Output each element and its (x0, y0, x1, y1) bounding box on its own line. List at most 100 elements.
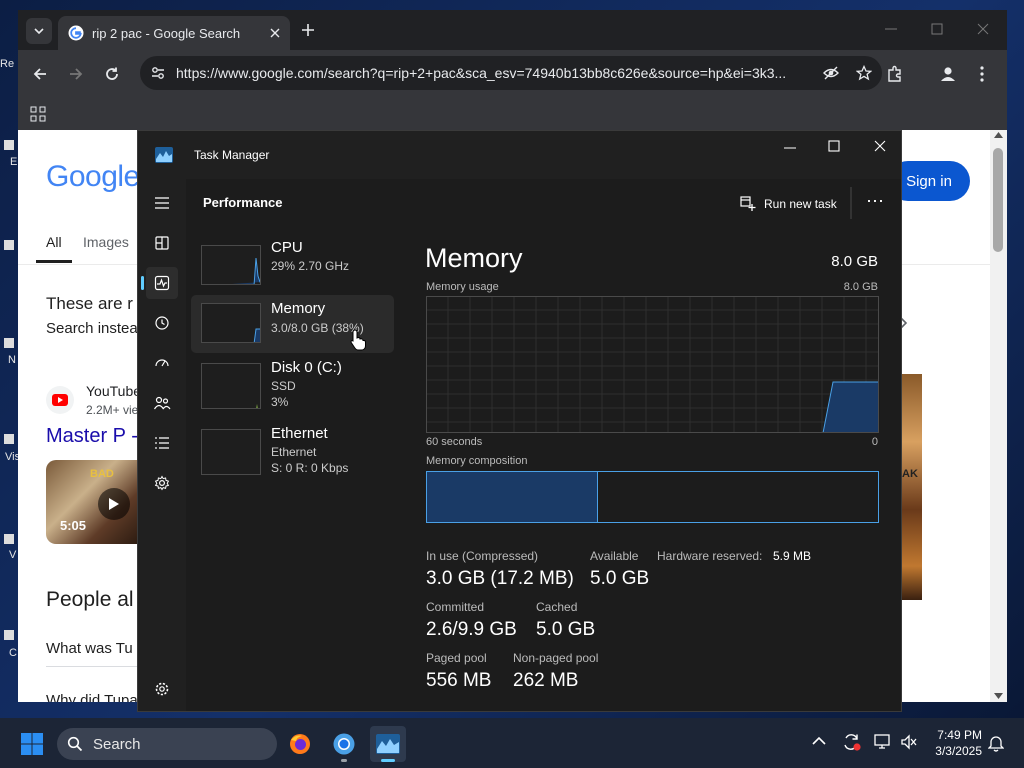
stat-label: In use (Compressed) (426, 549, 539, 563)
more-vertical-icon (980, 66, 984, 82)
desktop-icon[interactable] (4, 534, 14, 544)
forward-button[interactable] (68, 66, 84, 82)
tray-sync[interactable] (842, 733, 862, 751)
run-new-task-label: Run new task (764, 197, 837, 211)
show-hidden-icons-button[interactable] (812, 736, 826, 746)
tab-search-button[interactable] (26, 18, 52, 44)
task-manager-window: Task Manager Performance Run new task ⋯ … (137, 130, 902, 712)
perf-item-detail: SSD (271, 379, 296, 393)
perf-item-ethernet[interactable]: Ethernet Ethernet S: 0 R: 0 Kbps (191, 425, 394, 483)
reload-icon (106, 67, 118, 80)
profile-button[interactable] (938, 64, 958, 84)
video-duration: 5:05 (60, 518, 87, 533)
scroll-up-icon[interactable] (994, 132, 1003, 138)
desktop-icon[interactable] (4, 434, 14, 444)
taskbar-search-box[interactable]: Search (57, 728, 277, 760)
notifications-button[interactable] (988, 734, 1004, 752)
desktop-icon-label[interactable]: Re (0, 58, 18, 70)
nav-users[interactable] (146, 387, 178, 419)
nav-details[interactable] (146, 427, 178, 459)
close-icon (977, 23, 989, 35)
task-manager-nav (138, 179, 186, 711)
nav-performance[interactable] (141, 267, 178, 299)
perf-item-cpu[interactable]: CPU 29% 2.70 GHz (191, 239, 394, 297)
chrome-menu-button[interactable] (978, 65, 986, 83)
plus-icon (302, 24, 314, 36)
google-logo[interactable]: Google (46, 160, 140, 194)
composition-in-use (427, 472, 598, 522)
taskbar-task-manager[interactable] (370, 726, 406, 762)
volume-muted-icon (901, 734, 917, 750)
side-image[interactable]: AK (900, 374, 922, 600)
close-button[interactable] (976, 22, 990, 36)
maximize-button[interactable] (930, 22, 944, 36)
search-instead-link[interactable]: Search instea (46, 320, 138, 337)
desktop-icon[interactable] (4, 240, 14, 250)
reload-button[interactable] (104, 66, 120, 82)
task-manager-titlebar: Task Manager (138, 131, 901, 179)
eye-off-icon[interactable] (822, 64, 840, 82)
tab-images[interactable]: Images (83, 234, 129, 250)
stat-value-paged-pool: 556 MB (426, 670, 492, 691)
google-logo-text: Google (46, 160, 140, 193)
perf-item-title: Ethernet (271, 425, 328, 442)
taskbar-firefox[interactable] (282, 726, 318, 762)
start-button[interactable] (14, 726, 50, 762)
tray-network[interactable] (874, 734, 892, 750)
scrollbar-thumb[interactable] (993, 148, 1003, 252)
perf-item-detail: 3% (271, 395, 289, 409)
tab-all[interactable]: All (46, 234, 62, 250)
close-tab-icon[interactable] (270, 28, 280, 38)
desktop-icon[interactable] (4, 338, 14, 348)
minimize-icon (885, 28, 897, 30)
firefox-icon (290, 734, 310, 754)
site-settings-icon[interactable] (150, 65, 166, 81)
nav-startup-apps[interactable] (146, 347, 178, 379)
windows-taskbar: Search 7:49 PM 3/3/2025 (0, 718, 1024, 768)
bell-icon (988, 736, 1004, 752)
taskbar-chrome[interactable] (326, 726, 362, 762)
stat-value-in-use: 3.0 GB (17.2 MB) (426, 568, 574, 589)
perf-item-disk[interactable]: Disk 0 (C:) SSD 3% (191, 359, 394, 417)
extensions-button[interactable] (886, 65, 904, 83)
composition-label: Memory composition (426, 455, 528, 467)
browser-tab[interactable]: rip 2 pac - Google Search (58, 16, 290, 50)
perf-item-detail: 29% 2.70 GHz (271, 259, 350, 273)
search-label: Search (93, 735, 141, 753)
result-title-link[interactable]: Master P - (46, 425, 138, 448)
sync-icon (844, 734, 861, 751)
minimize-button[interactable] (884, 22, 898, 36)
scroll-down-icon[interactable] (994, 693, 1003, 699)
nav-processes[interactable] (146, 227, 178, 259)
tm-maximize-button[interactable] (827, 139, 841, 153)
new-tab-button[interactable] (300, 22, 316, 38)
question-item[interactable]: Why did Tupa (46, 692, 138, 702)
video-thumbnail[interactable]: BAD 5:05 (46, 460, 140, 544)
page-scrollbar[interactable] (990, 130, 1007, 702)
desktop-icon[interactable] (4, 140, 14, 150)
perf-item-title: CPU (271, 239, 303, 256)
nav-menu-button[interactable] (146, 187, 178, 219)
address-bar[interactable]: https://www.google.com/search?q=rip+2+pa… (140, 56, 882, 90)
taskbar-clock[interactable]: 7:49 PM 3/3/2025 (930, 727, 982, 759)
disk-thumbnail-graph (201, 363, 261, 409)
question-item[interactable]: What was Tu (46, 640, 133, 657)
nav-services[interactable] (146, 467, 178, 499)
tm-minimize-button[interactable] (783, 141, 797, 155)
apps-button[interactable] (30, 106, 46, 122)
usage-graph-max: 8.0 GB (843, 281, 878, 293)
memory-thumbnail-graph (201, 303, 261, 343)
apps-grid-icon (30, 106, 46, 122)
back-button[interactable] (32, 66, 48, 82)
window-title: Task Manager (194, 148, 270, 162)
bookmark-star-icon[interactable] (856, 65, 872, 81)
more-options-button[interactable]: ⋯ (866, 191, 884, 212)
nav-app-history[interactable] (146, 307, 178, 339)
close-icon (874, 140, 886, 152)
play-button[interactable] (98, 488, 130, 520)
tray-volume[interactable] (900, 734, 918, 750)
nav-settings[interactable] (146, 673, 178, 705)
run-new-task-button[interactable]: Run new task (740, 196, 837, 212)
tm-close-button[interactable] (873, 139, 887, 153)
desktop-icon[interactable] (4, 630, 14, 640)
